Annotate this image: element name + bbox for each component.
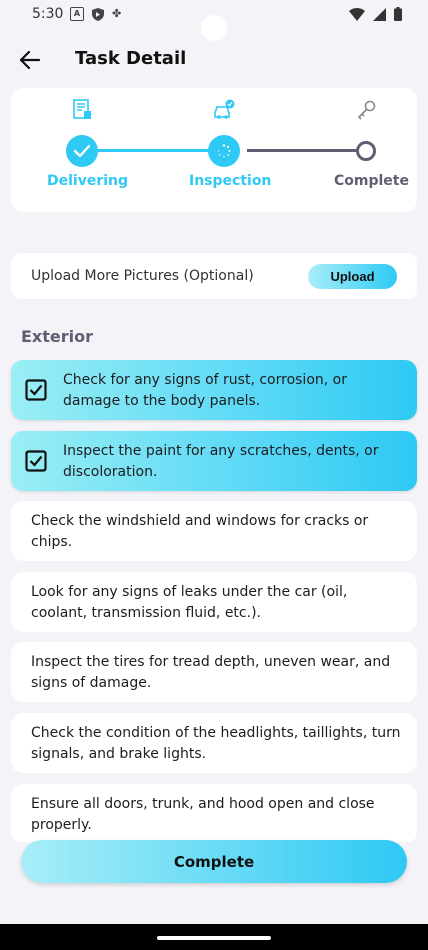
list-item[interactable]: Inspect the tires for tread depth, uneve…	[11, 642, 417, 702]
list-item[interactable]: Look for any signs of leaks under the ca…	[11, 572, 417, 632]
home-handle[interactable]	[157, 936, 271, 940]
list-item[interactable]: Check for any signs of rust, corrosion, …	[11, 360, 417, 420]
step-node-complete[interactable]	[356, 141, 376, 161]
list-item[interactable]: Inspect the paint for any scratches, den…	[11, 431, 417, 491]
progress-stepper: Delivering Inspection Complete	[11, 88, 417, 212]
system-nav-bar	[0, 924, 428, 950]
list-item-text: Inspect the paint for any scratches, den…	[63, 443, 379, 480]
check-icon	[74, 145, 90, 157]
section-title: Exterior	[21, 327, 94, 346]
step-node-inspection[interactable]	[208, 135, 240, 167]
upload-row: Upload More Pictures (Optional) Upload	[11, 253, 417, 299]
app-bar: Task Detail	[0, 38, 428, 82]
step-label-inspection: Inspection	[189, 173, 272, 189]
step-connector-done	[81, 149, 227, 152]
list-item-text: Inspect the tires for tread depth, uneve…	[31, 654, 391, 691]
list-item-text: Look for any signs of leaks under the ca…	[31, 584, 348, 621]
wifi-icon	[349, 7, 365, 21]
checked-box-icon	[25, 379, 47, 401]
signal-icon	[373, 7, 386, 21]
page-title: Task Detail	[75, 48, 187, 69]
spinner-icon	[217, 144, 231, 158]
fan-icon: ✤	[112, 7, 122, 20]
status-time: 5:30	[32, 6, 64, 22]
document-icon	[73, 99, 91, 119]
list-item[interactable]: Check the windshield and windows for cra…	[11, 501, 417, 561]
list-item-text: Ensure all doors, trunk, and hood open a…	[31, 796, 375, 833]
list-item[interactable]: Ensure all doors, trunk, and hood open a…	[11, 784, 417, 842]
car-check-icon	[214, 99, 235, 119]
shield-icon	[92, 7, 104, 21]
upload-label: Upload More Pictures (Optional)	[31, 268, 254, 284]
list-item-text: Check the condition of the headlights, t…	[31, 725, 401, 762]
key-icon	[357, 100, 376, 120]
step-label-delivering: Delivering	[47, 173, 129, 189]
step-connector-pending	[247, 149, 369, 152]
battery-icon	[394, 7, 402, 21]
back-button[interactable]	[14, 44, 46, 76]
a-box-icon: A	[70, 7, 84, 21]
list-item-text: Check the windshield and windows for cra…	[31, 513, 369, 550]
upload-button[interactable]: Upload	[308, 264, 397, 289]
checked-box-icon	[25, 450, 47, 472]
complete-button[interactable]: Complete	[21, 840, 407, 883]
list-item-text: Check for any signs of rust, corrosion, …	[63, 372, 347, 409]
step-label-complete: Complete	[334, 173, 409, 189]
back-arrow-icon	[20, 51, 40, 69]
step-node-delivering[interactable]	[66, 135, 98, 167]
checklist[interactable]: Check for any signs of rust, corrosion, …	[0, 360, 428, 842]
list-item[interactable]: Check the condition of the headlights, t…	[11, 713, 417, 773]
